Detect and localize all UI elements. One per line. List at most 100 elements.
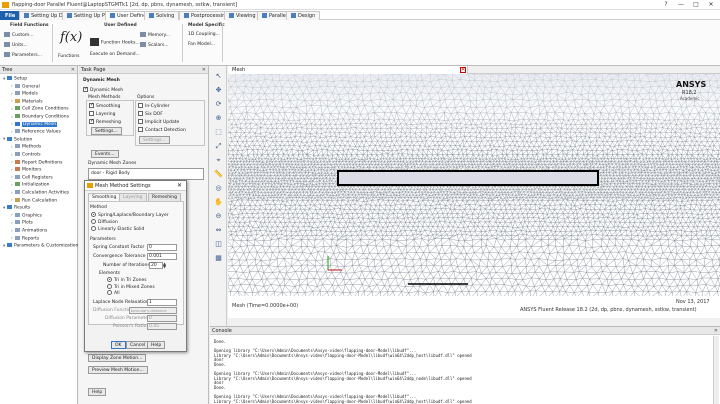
tab-solving[interactable]: Solving bbox=[144, 11, 180, 20]
checkbox-unchecked-icon[interactable] bbox=[138, 127, 143, 132]
units-button[interactable]: Units... bbox=[4, 42, 28, 48]
diffusion-radio[interactable]: Diffusion bbox=[91, 219, 118, 225]
tree-item-general[interactable]: › General bbox=[11, 83, 40, 90]
linearly-elastic-solid-radio[interactable]: Linearly Elastic Solid bbox=[91, 226, 144, 232]
probe-icon[interactable]: ⌖ bbox=[214, 156, 223, 164]
list-item[interactable]: door - Rigid Body bbox=[91, 171, 130, 176]
tree-item-graphics[interactable]: › Graphics bbox=[11, 212, 42, 219]
cancel-button[interactable]: Cancel bbox=[126, 341, 150, 349]
flapping-door-body[interactable] bbox=[337, 170, 599, 186]
radio-selected-icon[interactable] bbox=[91, 212, 96, 217]
functions-button[interactable]: Functions bbox=[58, 54, 80, 59]
tree-item-results[interactable]: ▾ Results bbox=[3, 205, 30, 211]
stepper-arrows-icon[interactable]: ▲ ▼ bbox=[163, 262, 167, 269]
zones-list[interactable]: door - Rigid Body bbox=[88, 168, 204, 180]
console-panel[interactable]: Console ✕ Done. Opening library "C:\Users\… bbox=[210, 326, 720, 404]
target-icon[interactable]: ◎ bbox=[214, 184, 223, 192]
smoothing-checkbox[interactable]: Smoothing bbox=[89, 102, 120, 109]
radio-unselected-icon[interactable] bbox=[91, 219, 96, 224]
close-icon[interactable]: ✕ bbox=[202, 66, 206, 74]
zoom-box-icon[interactable]: ⬚ bbox=[214, 128, 223, 136]
tree-item-boundary-conditions[interactable]: › Boundary Conditions bbox=[11, 114, 69, 120]
spring-constant-input[interactable]: 0 bbox=[147, 244, 177, 251]
in-cylinder-checkbox[interactable]: In-Cylinder bbox=[138, 103, 169, 109]
tree-item-monitors[interactable]: › Monitors bbox=[11, 167, 41, 173]
tree-item-report-definitions[interactable]: › Report Definitions bbox=[11, 159, 62, 166]
tree-item-reports[interactable]: › Reports bbox=[11, 235, 39, 242]
all-radio[interactable]: All bbox=[107, 290, 120, 296]
implicit-update-checkbox[interactable]: Implicit Update bbox=[138, 119, 179, 125]
tab-file[interactable]: File bbox=[0, 11, 21, 20]
tri-in-mixed-zones-radio[interactable]: Tri in Mixed Zones bbox=[107, 283, 155, 290]
tree-item-cell-registers[interactable]: › Cell Registers bbox=[11, 174, 53, 181]
layering-checkbox[interactable]: Layering bbox=[89, 111, 116, 117]
close-icon[interactable]: ✕ bbox=[714, 327, 718, 335]
functions-fx-icon[interactable]: f(x) bbox=[60, 30, 82, 45]
checkbox-checked-icon[interactable] bbox=[89, 102, 94, 108]
checkbox-checked-icon[interactable] bbox=[83, 86, 88, 92]
tree-item-parameters-customization[interactable]: ▾ Parameters & Customization bbox=[3, 243, 78, 249]
1d-coupling-button[interactable]: 1D Coupling... bbox=[188, 32, 220, 37]
pan-icon[interactable]: ⇔ bbox=[214, 226, 223, 234]
fan-model-button[interactable]: Fan Model... bbox=[188, 42, 215, 47]
dialog-tab-layering[interactable]: Layering bbox=[119, 193, 147, 201]
tree-item-run-calculation[interactable]: › Run Calculation bbox=[11, 197, 57, 204]
tree-item-plots[interactable]: › Plots bbox=[11, 220, 33, 226]
close-icon[interactable]: ✕ bbox=[460, 67, 466, 73]
iterations-stepper[interactable]: 20 bbox=[149, 262, 163, 269]
ok-button[interactable]: OK bbox=[111, 341, 126, 349]
execute-on-demand-button[interactable]: Execute on Demand... bbox=[90, 52, 140, 57]
radio-unselected-icon[interactable] bbox=[91, 226, 96, 231]
rotate-icon[interactable]: ⟳ bbox=[214, 100, 223, 108]
radio-unselected-icon[interactable] bbox=[107, 290, 112, 295]
layout-icon[interactable]: ▦ bbox=[214, 254, 223, 262]
view-icon[interactable]: ◫ bbox=[214, 240, 223, 248]
maximize-button[interactable]: □ bbox=[690, 1, 702, 9]
tree-item-materials[interactable]: › Materials bbox=[11, 98, 43, 105]
display-zone-motion-button[interactable]: Display Zone Motion... bbox=[88, 354, 147, 362]
radio-unselected-icon[interactable] bbox=[107, 283, 112, 289]
help-button[interactable]: Help bbox=[88, 388, 107, 396]
tab-design[interactable]: Design bbox=[286, 11, 321, 20]
tree-item-cell-zone-conditions[interactable]: › Cell Zone Conditions bbox=[11, 106, 69, 112]
remeshing-checkbox[interactable]: Remeshing bbox=[89, 118, 121, 125]
laplace-relaxation-input[interactable]: 1 bbox=[147, 299, 177, 306]
diffusion-function-select[interactable]: boundary-distance bbox=[129, 307, 177, 314]
console-scrollbar[interactable] bbox=[713, 336, 719, 404]
memory-button[interactable]: Memory... bbox=[140, 32, 170, 38]
tree-item-solution[interactable]: ▾ Solution bbox=[3, 136, 32, 143]
tree-item-reference-values[interactable]: › Reference Values bbox=[11, 129, 61, 135]
tab-viewing[interactable]: Viewing bbox=[224, 11, 261, 20]
fit-icon[interactable]: ⤢ bbox=[214, 142, 223, 150]
close-icon[interactable]: ✕ bbox=[177, 181, 182, 191]
scalars-button[interactable]: Scalars... bbox=[140, 42, 169, 48]
graphics-viewport[interactable]: ANSYS R18.2 Academic Mesh (Time=0.0000e+… bbox=[228, 74, 720, 318]
tree-item-controls[interactable]: › Controls bbox=[11, 152, 41, 158]
checkbox-unchecked-icon[interactable] bbox=[138, 103, 143, 108]
dynamic-mesh-checkbox[interactable]: Dynamic Mesh bbox=[83, 86, 123, 93]
checkbox-unchecked-icon[interactable] bbox=[138, 111, 143, 116]
close-icon[interactable]: ✕ bbox=[71, 66, 75, 74]
tree-item-calculation-activities[interactable]: › Calculation Activities bbox=[11, 190, 69, 196]
convergence-tolerance-input[interactable]: 0.001 bbox=[147, 253, 177, 260]
checkbox-unchecked-icon[interactable] bbox=[138, 119, 143, 124]
checkbox-checked-icon[interactable] bbox=[89, 118, 94, 124]
hand-icon[interactable]: ✋ bbox=[214, 198, 223, 206]
parameters-button[interactable]: Parameters... bbox=[4, 52, 42, 58]
radio-selected-icon[interactable] bbox=[107, 277, 112, 282]
options-settings-button[interactable]: Settings... bbox=[139, 136, 170, 144]
close-window-button[interactable]: ✕ bbox=[705, 1, 717, 9]
tab-mesh[interactable]: Mesh ✕ bbox=[228, 66, 468, 74]
checkbox-unchecked-icon[interactable] bbox=[89, 111, 94, 116]
diffusion-parameter-input[interactable]: 0 bbox=[147, 315, 177, 322]
mesh-display[interactable] bbox=[228, 74, 720, 318]
tree-item-dynamic-mesh[interactable]: › Dynamic Mesh bbox=[11, 121, 58, 128]
preview-mesh-motion-button[interactable]: Preview Mesh Motion... bbox=[88, 366, 148, 374]
events-button[interactable]: Events... bbox=[91, 150, 119, 158]
minimize-button[interactable]: — bbox=[675, 1, 687, 9]
tree-item-models[interactable]: › Models bbox=[11, 91, 38, 97]
pointer-icon[interactable]: ↖ bbox=[214, 72, 223, 80]
tri-in-tri-zones-radio[interactable]: Tri in Tri Zones bbox=[107, 277, 147, 283]
poisson-ratio-input[interactable]: 0.45 bbox=[147, 323, 177, 330]
mesh-settings-button[interactable]: Settings... bbox=[91, 127, 122, 135]
